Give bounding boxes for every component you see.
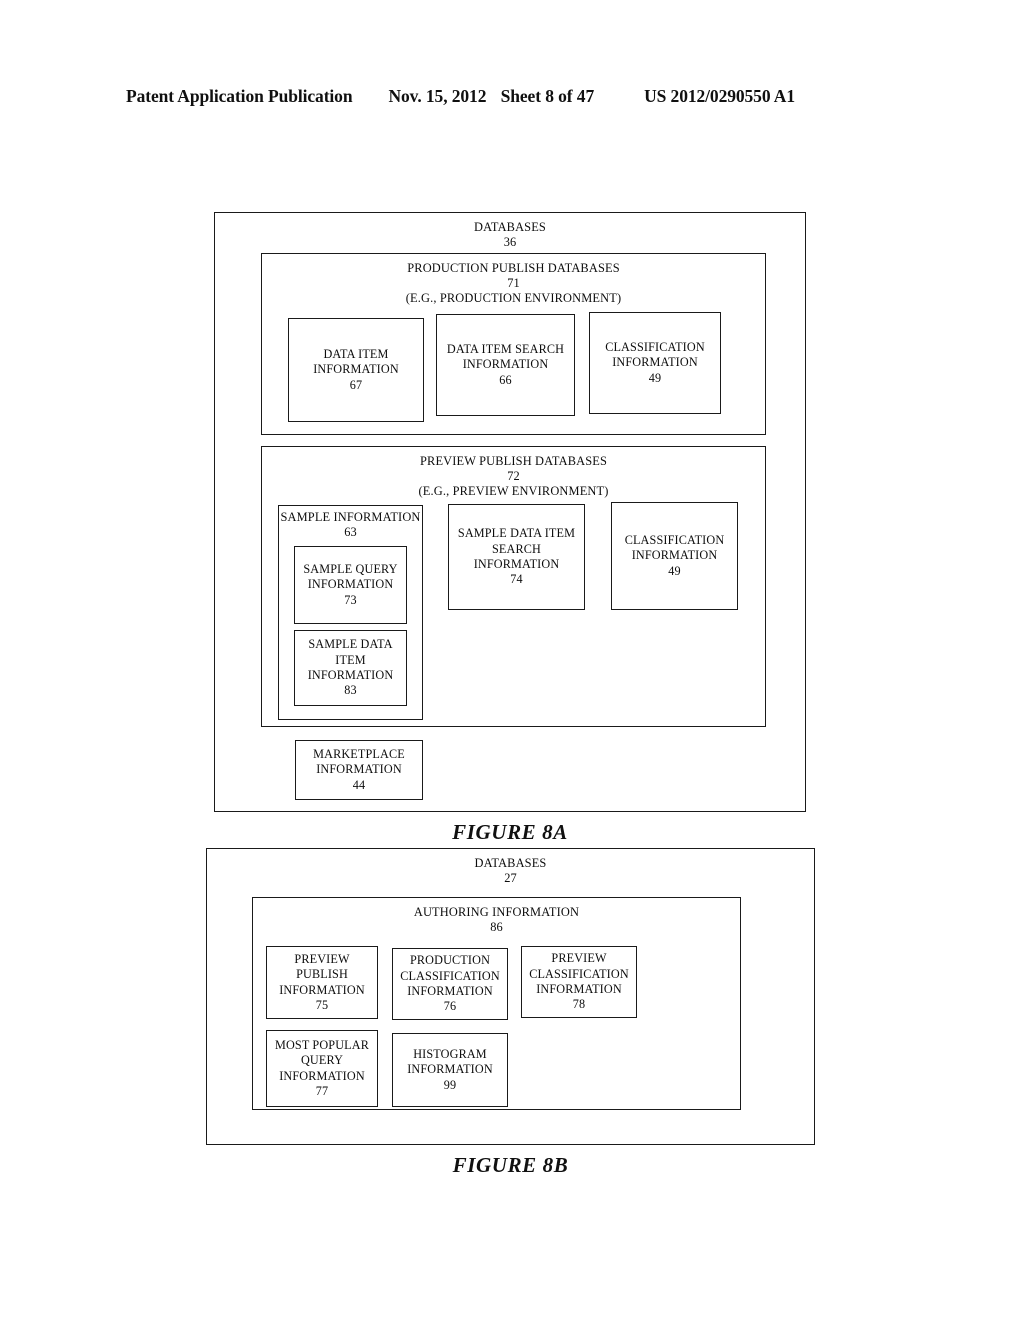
figure-8a-outer-databases-box: DATABASES 36 PRODUCTION PUBLISH DATABASE… — [214, 212, 806, 812]
preview-publish-databases-box: PREVIEW PUBLISH DATABASES 72 (E.G., PREV… — [261, 446, 766, 727]
preview-publish-heading: PREVIEW PUBLISH DATABASES 72 (E.G., PREV… — [262, 454, 765, 499]
publication-date-sheet: Nov. 15, 2012 Sheet 8 of 47 — [388, 86, 594, 107]
sample-data-item-information-label: SAMPLE DATA ITEM INFORMATION — [307, 637, 394, 682]
data-item-search-information-box: DATA ITEM SEARCH INFORMATION 66 — [436, 314, 575, 416]
production-classification-information-label: PRODUCTION CLASSIFICATION INFORMATION — [400, 953, 500, 998]
histogram-information-label: HISTOGRAM INFORMATION — [407, 1046, 493, 1077]
sample-information-box: SAMPLE INFORMATION 63 SAMPLE QUERY INFOR… — [278, 505, 423, 720]
production-classification-information-box: PRODUCTION CLASSIFICATION INFORMATION 76 — [392, 948, 508, 1020]
preview-publish-information-box: PREVIEW PUBLISH INFORMATION 75 — [266, 946, 378, 1019]
figure-8a-caption: FIGURE 8A — [452, 820, 568, 844]
preview-classification-information-box: PREVIEW CLASSIFICATION INFORMATION 78 — [521, 946, 637, 1018]
publication-title: Patent Application Publication — [126, 86, 353, 106]
data-item-information-label: DATA ITEM INFORMATION — [313, 346, 399, 377]
classification-information-number-preview: 49 — [668, 563, 681, 578]
preview-classification-information-label: PREVIEW CLASSIFICATION INFORMATION — [529, 951, 629, 996]
classification-information-label-preview: CLASSIFICATION INFORMATION — [624, 532, 725, 563]
sample-data-item-search-information-label: SAMPLE DATA ITEM SEARCH INFORMATION — [457, 526, 576, 571]
figure-8b-outer-number: 27 — [504, 871, 517, 885]
preview-publish-title: PREVIEW PUBLISH DATABASES — [419, 454, 608, 468]
preview-publish-information-number: 75 — [315, 997, 329, 1012]
production-publish-heading: PRODUCTION PUBLISH DATABASES 71 (E.G., P… — [262, 261, 765, 306]
figure-8b-caption: FIGURE 8B — [452, 1153, 569, 1177]
data-item-search-information-number: 66 — [499, 372, 512, 387]
most-popular-query-information-number: 77 — [315, 1083, 329, 1098]
sample-information-number: 63 — [344, 525, 357, 539]
figure-8a-outer-heading: DATABASES 36 — [215, 220, 805, 250]
preview-publish-subtitle: (E.G., PREVIEW ENVIRONMENT) — [418, 484, 609, 498]
sample-data-item-search-information-number: 74 — [510, 572, 523, 587]
production-classification-information-number: 76 — [443, 999, 457, 1014]
figure-8a-outer-title: DATABASES — [474, 220, 546, 234]
classification-information-number-production: 49 — [648, 370, 662, 385]
authoring-information-number: 86 — [490, 920, 503, 934]
preview-classification-information-number: 78 — [572, 997, 586, 1012]
marketplace-information-label: MARKETPLACE INFORMATION — [313, 746, 405, 777]
production-publish-subtitle: (E.G., PRODUCTION ENVIRONMENT) — [405, 291, 622, 305]
preview-publish-number: 72 — [507, 469, 520, 483]
sample-information-heading: SAMPLE INFORMATION 63 — [279, 510, 422, 540]
data-item-information-number: 67 — [349, 377, 363, 392]
authoring-information-title: AUTHORING INFORMATION — [413, 905, 580, 919]
publication-date: Nov. 15, 2012 — [388, 86, 487, 106]
classification-information-box-preview: CLASSIFICATION INFORMATION 49 — [611, 502, 738, 610]
sample-query-information-number: 73 — [344, 592, 357, 607]
most-popular-query-information-box: MOST POPULAR QUERY INFORMATION 77 — [266, 1030, 378, 1107]
authoring-information-box: AUTHORING INFORMATION 86 PREVIEW PUBLISH… — [252, 897, 741, 1110]
page-header: Patent Application Publication Nov. 15, … — [126, 86, 898, 112]
data-item-information-box: DATA ITEM INFORMATION 67 — [288, 318, 424, 422]
figure-8b-outer-databases-box: DATABASES 27 AUTHORING INFORMATION 86 PR… — [206, 848, 815, 1145]
figure-8a-outer-number: 36 — [503, 235, 517, 249]
most-popular-query-information-label: MOST POPULAR QUERY INFORMATION — [274, 1037, 370, 1083]
production-publish-databases-box: PRODUCTION PUBLISH DATABASES 71 (E.G., P… — [261, 253, 766, 435]
figure-8b-outer-heading: DATABASES 27 — [207, 856, 814, 886]
histogram-information-number: 99 — [443, 1077, 457, 1092]
authoring-information-heading: AUTHORING INFORMATION 86 — [253, 905, 740, 935]
production-publish-number: 71 — [507, 276, 520, 290]
production-publish-title: PRODUCTION PUBLISH DATABASES — [407, 261, 620, 275]
sample-query-information-box: SAMPLE QUERY INFORMATION 73 — [294, 546, 407, 624]
sample-data-item-information-number: 83 — [344, 683, 357, 698]
histogram-information-box: HISTOGRAM INFORMATION 99 — [392, 1033, 508, 1107]
sheet-number: Sheet 8 of 47 — [500, 86, 595, 106]
sample-data-item-information-box: SAMPLE DATA ITEM INFORMATION 83 — [294, 630, 407, 706]
preview-publish-information-label: PREVIEW PUBLISH INFORMATION — [279, 951, 365, 997]
data-item-search-information-label: DATA ITEM SEARCH INFORMATION — [446, 341, 565, 372]
sample-query-information-label: SAMPLE QUERY INFORMATION — [303, 561, 398, 592]
patent-number: US 2012/0290550 A1 — [644, 86, 795, 106]
marketplace-information-box: MARKETPLACE INFORMATION 44 — [295, 740, 423, 800]
classification-information-label-production: CLASSIFICATION INFORMATION — [605, 339, 705, 370]
figure-8b-outer-title: DATABASES — [474, 856, 547, 870]
classification-information-box-production: CLASSIFICATION INFORMATION 49 — [589, 312, 721, 414]
sample-data-item-search-information-box: SAMPLE DATA ITEM SEARCH INFORMATION 74 — [448, 504, 585, 610]
marketplace-information-number: 44 — [352, 777, 366, 792]
sample-information-label: SAMPLE INFORMATION — [280, 510, 421, 524]
